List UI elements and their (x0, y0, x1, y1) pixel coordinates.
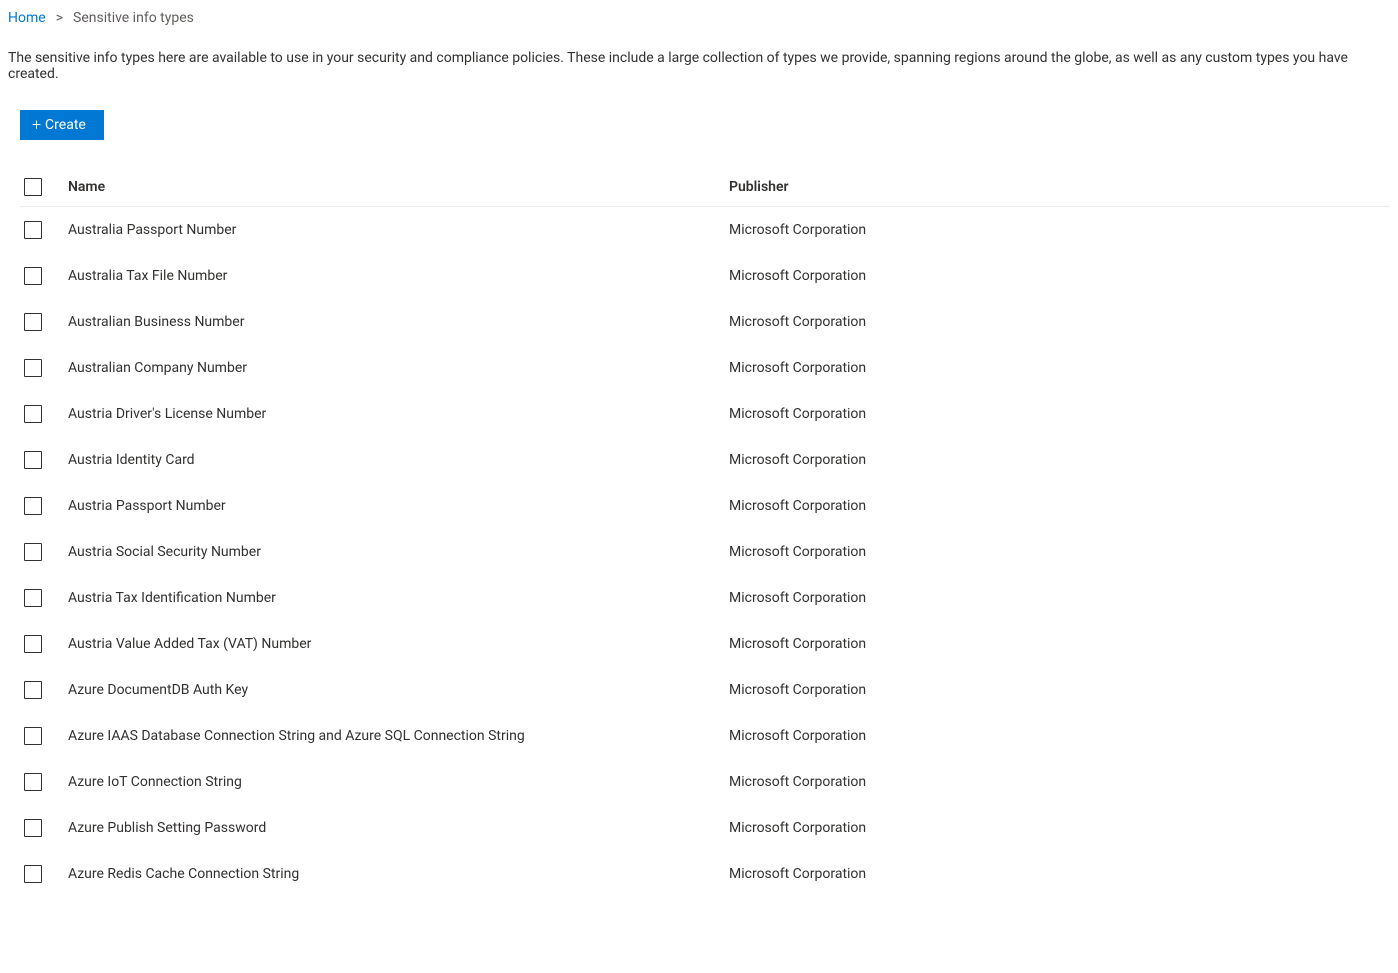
row-checkbox[interactable] (24, 497, 42, 515)
page-description: The sensitive info types here are availa… (8, 50, 1390, 82)
row-name: Austria Value Added Tax (VAT) Number (68, 636, 729, 652)
row-name: Austria Driver's License Number (68, 406, 729, 422)
row-checkbox[interactable] (24, 819, 42, 837)
table-row[interactable]: Austria Driver's License NumberMicrosoft… (20, 391, 1390, 437)
create-button-label: Create (45, 117, 86, 133)
table-row[interactable]: Australia Tax File NumberMicrosoft Corpo… (20, 253, 1390, 299)
row-publisher: Microsoft Corporation (729, 728, 1390, 744)
table-row[interactable]: Austria Passport NumberMicrosoft Corpora… (20, 483, 1390, 529)
row-name: Australia Tax File Number (68, 268, 729, 284)
row-checkbox[interactable] (24, 405, 42, 423)
select-all-checkbox[interactable] (24, 178, 42, 196)
row-checkbox[interactable] (24, 773, 42, 791)
table-header: Name Publisher (20, 168, 1390, 207)
column-header-publisher[interactable]: Publisher (729, 179, 1390, 195)
row-name: Azure DocumentDB Auth Key (68, 682, 729, 698)
row-checkbox[interactable] (24, 589, 42, 607)
breadcrumb-home-link[interactable]: Home (8, 10, 46, 26)
toolbar: + Create (20, 110, 1390, 140)
column-header-name[interactable]: Name (68, 179, 729, 195)
table-row[interactable]: Austria Tax Identification NumberMicroso… (20, 575, 1390, 621)
row-name: Austria Identity Card (68, 452, 729, 468)
row-checkbox[interactable] (24, 313, 42, 331)
table-row[interactable]: Australian Business NumberMicrosoft Corp… (20, 299, 1390, 345)
row-checkbox[interactable] (24, 727, 42, 745)
row-publisher: Microsoft Corporation (729, 544, 1390, 560)
row-publisher: Microsoft Corporation (729, 314, 1390, 330)
row-name: Austria Social Security Number (68, 544, 729, 560)
breadcrumb: Home > Sensitive info types (8, 10, 1390, 26)
row-name: Austria Passport Number (68, 498, 729, 514)
row-name: Azure Redis Cache Connection String (68, 866, 729, 882)
table-row[interactable]: Azure Publish Setting PasswordMicrosoft … (20, 805, 1390, 851)
row-checkbox[interactable] (24, 359, 42, 377)
row-publisher: Microsoft Corporation (729, 268, 1390, 284)
table-row[interactable]: Azure DocumentDB Auth KeyMicrosoft Corpo… (20, 667, 1390, 713)
row-checkbox[interactable] (24, 635, 42, 653)
row-name: Azure IoT Connection String (68, 774, 729, 790)
row-checkbox[interactable] (24, 267, 42, 285)
row-name: Australian Company Number (68, 360, 729, 376)
row-publisher: Microsoft Corporation (729, 590, 1390, 606)
plus-icon: + (32, 117, 41, 133)
row-publisher: Microsoft Corporation (729, 406, 1390, 422)
row-publisher: Microsoft Corporation (729, 820, 1390, 836)
table-row[interactable]: Austria Value Added Tax (VAT) NumberMicr… (20, 621, 1390, 667)
row-publisher: Microsoft Corporation (729, 222, 1390, 238)
table-row[interactable]: Australia Passport NumberMicrosoft Corpo… (20, 207, 1390, 253)
table-row[interactable]: Azure IAAS Database Connection String an… (20, 713, 1390, 759)
row-checkbox[interactable] (24, 681, 42, 699)
table-body: Australia Passport NumberMicrosoft Corpo… (20, 207, 1390, 897)
create-button[interactable]: + Create (20, 110, 104, 140)
breadcrumb-separator: > (56, 10, 63, 26)
row-name: Austria Tax Identification Number (68, 590, 729, 606)
table-row[interactable]: Austria Identity CardMicrosoft Corporati… (20, 437, 1390, 483)
row-publisher: Microsoft Corporation (729, 360, 1390, 376)
breadcrumb-current: Sensitive info types (73, 10, 194, 26)
row-publisher: Microsoft Corporation (729, 774, 1390, 790)
row-publisher: Microsoft Corporation (729, 452, 1390, 468)
row-name: Azure IAAS Database Connection String an… (68, 728, 729, 744)
row-name: Australian Business Number (68, 314, 729, 330)
table-row[interactable]: Azure Redis Cache Connection StringMicro… (20, 851, 1390, 897)
sensitive-info-table: Name Publisher Australia Passport Number… (20, 168, 1390, 897)
row-checkbox[interactable] (24, 221, 42, 239)
row-publisher: Microsoft Corporation (729, 866, 1390, 882)
table-row[interactable]: Azure IoT Connection StringMicrosoft Cor… (20, 759, 1390, 805)
row-name: Australia Passport Number (68, 222, 729, 238)
row-publisher: Microsoft Corporation (729, 682, 1390, 698)
row-name: Azure Publish Setting Password (68, 820, 729, 836)
table-row[interactable]: Austria Social Security NumberMicrosoft … (20, 529, 1390, 575)
table-row[interactable]: Australian Company NumberMicrosoft Corpo… (20, 345, 1390, 391)
row-checkbox[interactable] (24, 865, 42, 883)
row-publisher: Microsoft Corporation (729, 636, 1390, 652)
row-checkbox[interactable] (24, 543, 42, 561)
row-checkbox[interactable] (24, 451, 42, 469)
row-publisher: Microsoft Corporation (729, 498, 1390, 514)
